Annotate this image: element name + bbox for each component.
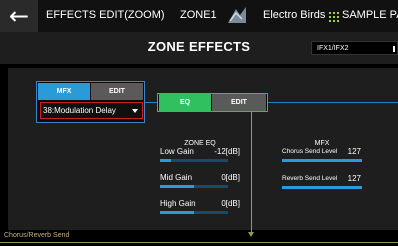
chevron-down-icon xyxy=(132,109,138,113)
sample-pad-grid-icon xyxy=(329,12,339,22)
low-gain-value[interactable]: -12[dB] xyxy=(190,147,240,156)
eq-switch-button[interactable]: EQ xyxy=(159,94,211,111)
mid-gain-label: Mid Gain xyxy=(160,173,193,182)
low-gain-fill xyxy=(160,159,171,162)
mfx-switch-button[interactable]: MFX xyxy=(38,83,90,100)
ifx-select-value: IFX1/IFX2 xyxy=(317,45,349,52)
reverb-send-bar[interactable] xyxy=(282,186,362,189)
high-gain-fill xyxy=(160,211,194,214)
chorus-send-fill xyxy=(282,159,362,162)
ifx-select[interactable]: IFX1/IFX2 xyxy=(311,41,398,55)
chorus-reverb-send-label: Chorus/Reverb Send xyxy=(4,232,70,239)
mfx-edit-button[interactable]: EDIT xyxy=(91,83,143,100)
high-gain-value[interactable]: 0[dB] xyxy=(190,199,240,208)
mfx-type-value: 38:Modulation Delay xyxy=(43,106,116,115)
send-arrow-icon xyxy=(248,232,254,237)
reverb-send-label: Reverb Send Level xyxy=(282,175,338,182)
low-gain-label: Low Gain xyxy=(160,147,194,156)
mid-gain-fill xyxy=(160,185,194,188)
chorus-send-bar[interactable] xyxy=(282,159,362,162)
ifx-indicator xyxy=(393,46,395,52)
sample-pad-label[interactable]: SAMPLE PA xyxy=(342,9,398,21)
reverb-send-fill xyxy=(282,186,362,189)
chorus-send-value[interactable]: 127 xyxy=(340,147,361,156)
low-gain-bar[interactable] xyxy=(160,159,228,162)
send-line xyxy=(251,112,252,232)
zone-label: ZONE1 xyxy=(180,9,217,21)
eq-output-line xyxy=(268,102,398,103)
back-arrow-icon[interactable]: ← xyxy=(0,0,38,32)
mfx-sends-heading: MFX xyxy=(314,140,330,147)
tone-category-icon xyxy=(224,3,250,27)
mfx-to-eq-line xyxy=(145,102,157,103)
screen-title: EFFECTS EDIT(ZOOM) xyxy=(46,9,165,21)
mid-gain-bar[interactable] xyxy=(160,185,228,188)
mfx-type-select[interactable]: 38:Modulation Delay xyxy=(40,102,143,119)
zone-eq-heading: ZONE EQ xyxy=(184,140,216,147)
bottom-divider xyxy=(0,242,398,243)
tone-name: Electro Birds xyxy=(263,9,326,21)
mid-gain-value[interactable]: 0[dB] xyxy=(190,173,240,182)
reverb-send-value[interactable]: 127 xyxy=(340,174,361,183)
eq-edit-button[interactable]: EDIT xyxy=(212,94,266,111)
chorus-send-label: Chorus Send Level xyxy=(282,148,338,155)
high-gain-bar[interactable] xyxy=(160,211,228,214)
